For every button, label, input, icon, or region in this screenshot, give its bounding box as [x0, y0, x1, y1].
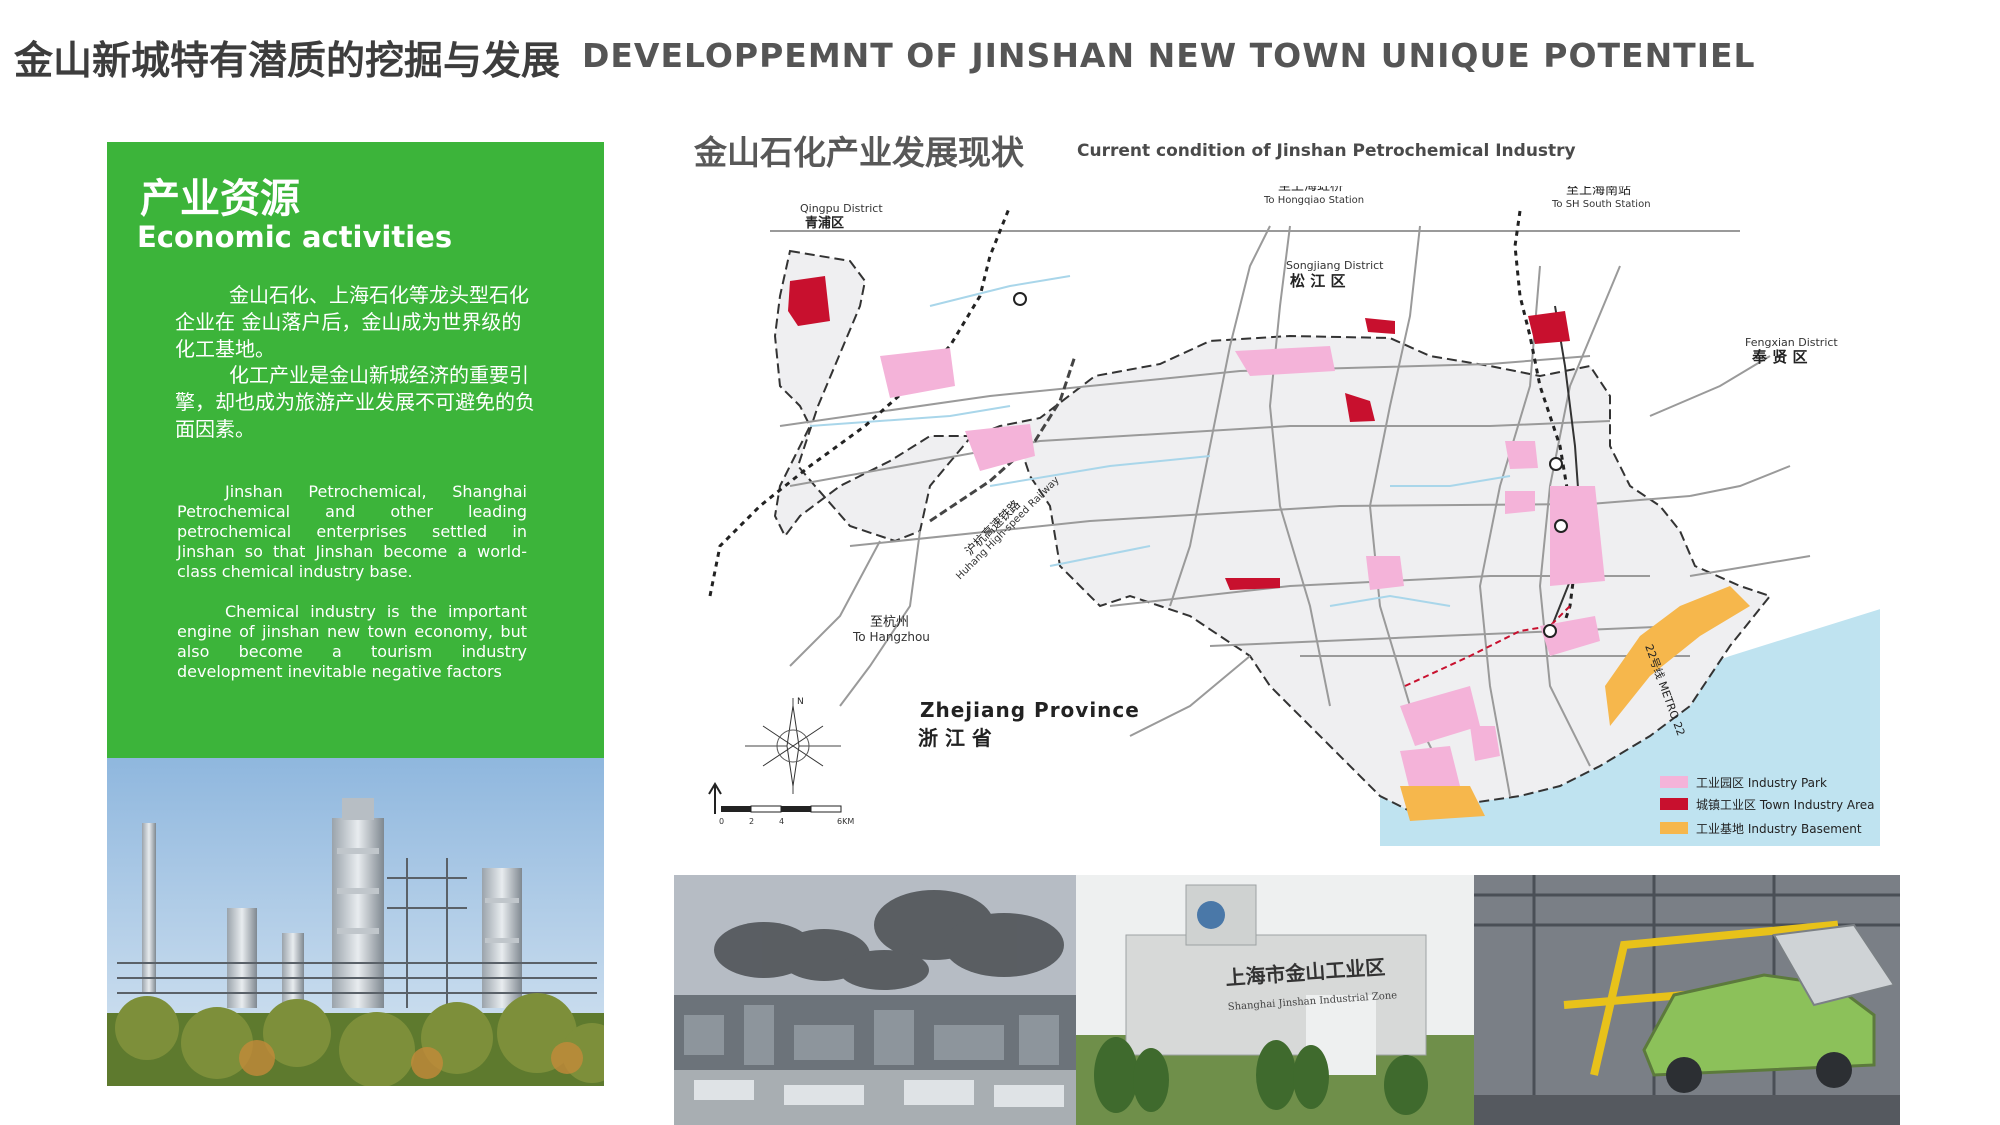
compass-north-label: N — [797, 697, 804, 707]
panel-paragraph-en-2: Chemical industry is the important engin… — [177, 602, 527, 681]
songjiang-district-en: Songjiang District — [1286, 259, 1384, 272]
car-assembly-photo — [1474, 875, 1900, 1125]
legend-town-industry: 城镇工业区 Town Industry Area — [1696, 798, 1874, 812]
qingpu-district-en: Qingpu District — [800, 202, 883, 215]
scale-bar: 0 2 4 6KM — [708, 782, 854, 826]
route-to-hongqiao — [708, 205, 1012, 597]
railway-label-en: Huhang High-speed Railway — [954, 475, 1061, 582]
economic-activities-panel: 产业资源 Economic activities 金山石化、上海石化等龙头型石化… — [107, 142, 604, 758]
scale-label-unit: 6KM — [837, 817, 854, 826]
legend-swatch-industry-park — [1660, 776, 1688, 788]
province-en: Zhejiang Province — [920, 698, 1140, 722]
compass-icon: N — [745, 697, 841, 794]
to-south-station-cn: 至上海南站 — [1566, 186, 1631, 198]
legend-industry-park: 工业园区 Industry Park — [1696, 776, 1827, 790]
to-hongqiao-en: To Hongqiao Station — [1263, 195, 1364, 206]
map-title-en: Current condition of Jinshan Petrochemic… — [1077, 141, 1576, 161]
legend-swatch-town-industry — [1660, 798, 1688, 810]
page-title-en: DEVELOPPEMNT OF JINSHAN NEW TOWN UNIQUE … — [582, 36, 1756, 75]
jinshan-industry-map: Qingpu District 青浦区 Songjiang District 松… — [690, 179, 1890, 846]
scale-label-4: 4 — [779, 817, 784, 826]
scale-label-0: 0 — [719, 817, 724, 826]
industrial-zone-gate-photo: 上海市金山工业区 Shanghai Jinshan Industrial Zon… — [1076, 875, 1474, 1125]
petrochemical-plant-photo — [107, 758, 604, 1086]
to-hongqiao-cn: 至上海虹桥 — [1278, 186, 1343, 194]
fengxian-district-cn: 奉 贤 区 — [1751, 348, 1807, 366]
panel-title-en: Economic activities — [137, 220, 453, 254]
province-cn: 浙 江 省 — [918, 726, 992, 750]
panel-paragraph-cn-1: 金山石化、上海石化等龙头型石化企业在 金山落户后，金山成为世界级的化工基地。 — [175, 283, 529, 361]
qingpu-district-cn: 青浦区 — [805, 215, 844, 231]
scale-label-2: 2 — [749, 817, 754, 826]
to-hangzhou-cn: 至杭州 — [870, 615, 909, 630]
songjiang-district-cn: 松 江 区 — [1290, 272, 1345, 290]
panel-title-cn: 产业资源 — [140, 176, 300, 222]
panel-paragraph-en-1: Jinshan Petrochemical, Shanghai Petroche… — [177, 482, 527, 581]
panel-paragraph-cn-2: 化工产业是金山新城经济的重要引擎，却也成为旅游产业发展不可避免的负面因素。 — [175, 363, 535, 441]
map-title-cn: 金山石化产业发展现状 — [694, 133, 1024, 172]
legend-swatch-industry-basement — [1660, 822, 1688, 834]
to-south-station-en: To SH South Station — [1551, 199, 1651, 210]
industrial-skyline-photo — [674, 875, 1076, 1125]
to-hangzhou-en: To Hangzhou — [852, 630, 930, 644]
page-title-cn: 金山新城特有潜质的挖掘与发展 — [14, 39, 561, 84]
legend-industry-basement: 工业基地 Industry Basement — [1696, 822, 1862, 836]
